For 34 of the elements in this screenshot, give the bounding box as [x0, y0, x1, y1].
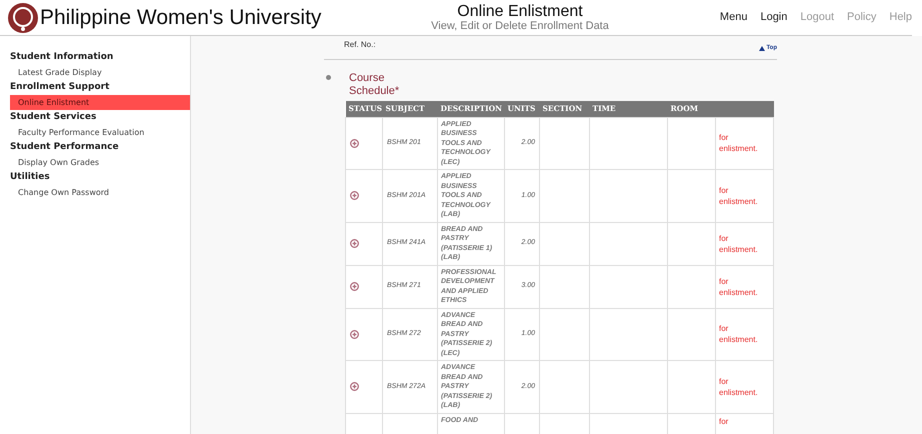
add-icon[interactable] [350, 239, 359, 248]
status-text: for [719, 416, 730, 426]
sidebar-heading: Enrollment Support [10, 81, 110, 94]
nav-link[interactable]: Login [760, 9, 788, 26]
section-title: Course Schedule* [349, 72, 399, 98]
add-icon[interactable] [350, 138, 359, 148]
logo-icon [8, 2, 38, 32]
status-text: for enlistment. [719, 323, 759, 346]
sidebar-item[interactable]: Latest Grade Display [10, 65, 190, 80]
sidebar-heading: Student Performance [10, 141, 120, 154]
sidebar-item[interactable]: Faculty Performance Evaluation [10, 125, 190, 140]
page-subtitle: View, Edit or Delete Enrollment Data [431, 20, 609, 32]
sidebar-item[interactable]: Online Enlistment [10, 95, 190, 110]
status-text: for enlistment. [719, 184, 759, 207]
status-text: for enlistment. [719, 232, 759, 254]
add-icon[interactable] [350, 330, 359, 339]
sidebar-heading: Student Services [10, 111, 98, 124]
status-text: for enlistment. [719, 376, 759, 398]
status-text: for enlistment. [719, 276, 759, 298]
header-cell [716, 101, 774, 117]
sidebar-item[interactable]: Display Own Grades [10, 155, 190, 170]
university-name: Philippine Women's University [40, 4, 322, 31]
ref-label: Ref. No.: [344, 39, 376, 51]
sidebar-heading: Utilities [10, 171, 51, 184]
add-icon[interactable] [350, 382, 359, 392]
up-arrow-icon [759, 46, 766, 51]
status-text: for enlistment. [719, 132, 759, 154]
add-icon[interactable] [350, 282, 359, 291]
nav-link[interactable]: Menu [720, 9, 748, 26]
page-title: Online Enlistment [457, 4, 583, 20]
sidebar-heading: Student Information [10, 51, 114, 64]
sidebar-item[interactable]: Change Own Password [10, 185, 190, 200]
bullet-icon [326, 75, 331, 80]
add-icon[interactable] [350, 191, 359, 200]
